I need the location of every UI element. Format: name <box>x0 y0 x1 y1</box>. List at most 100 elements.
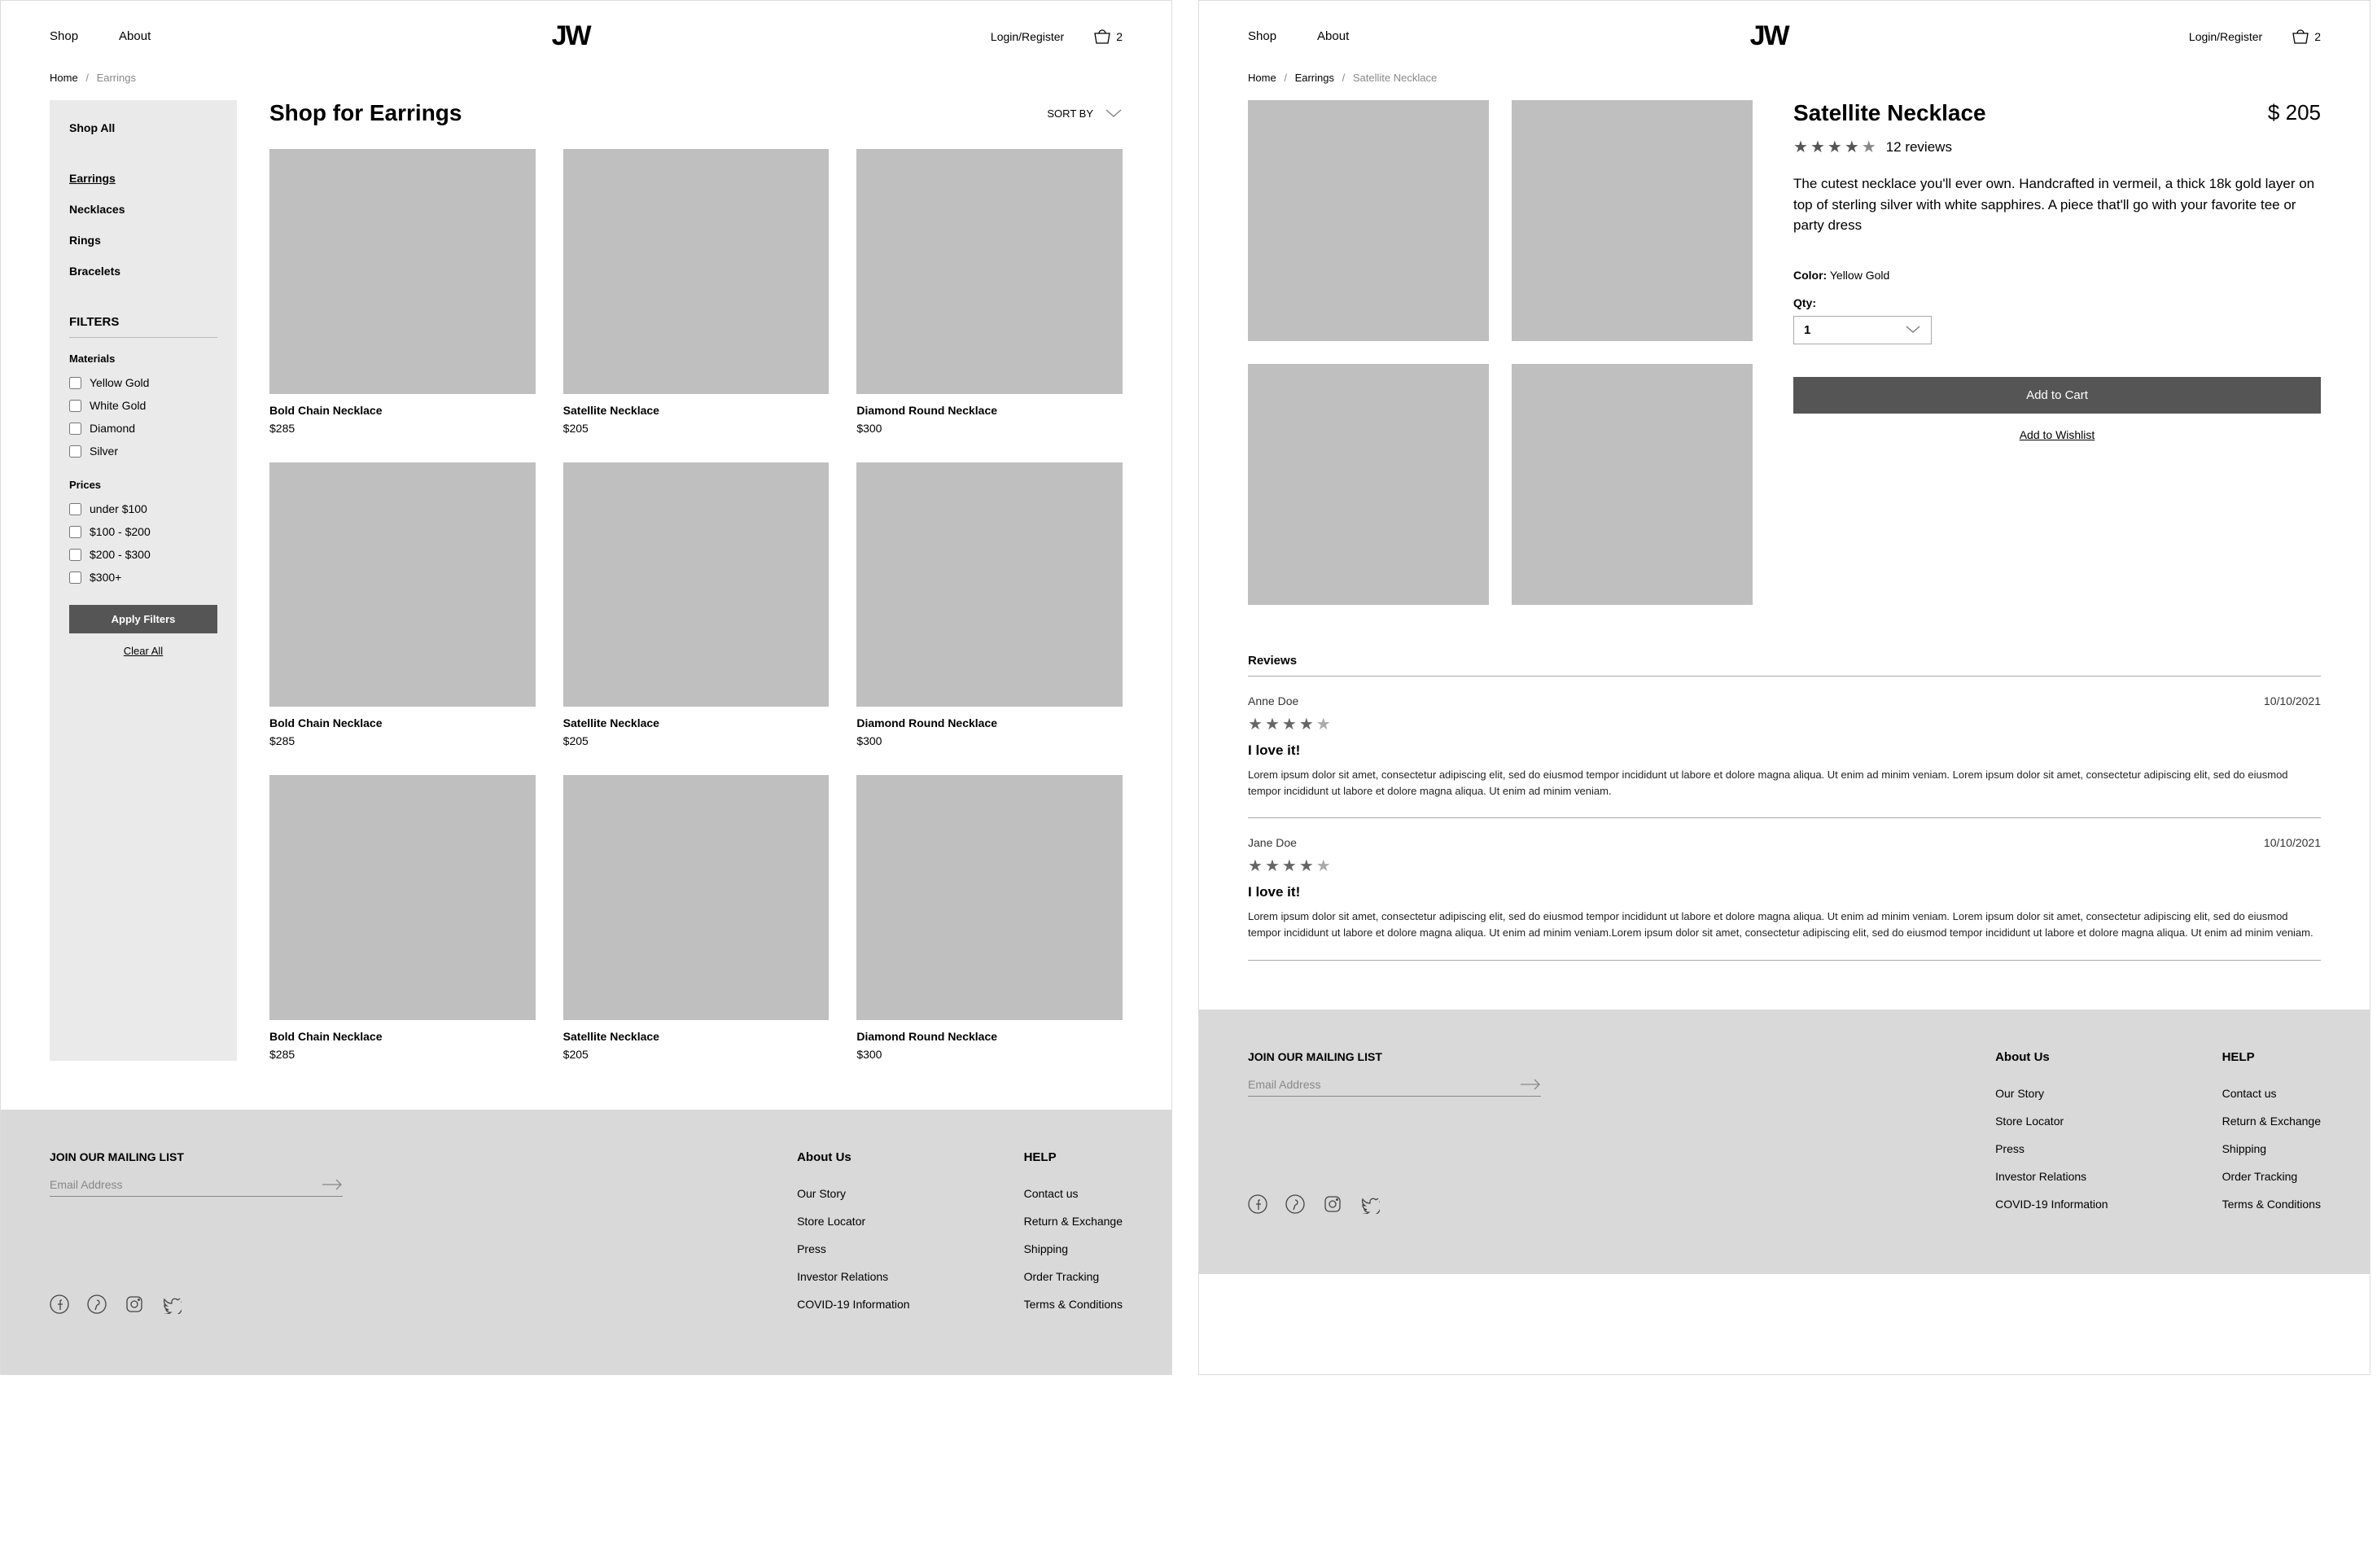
footer-link[interactable]: Our Story <box>797 1187 910 1200</box>
filter-opt-200-300[interactable]: $200 - $300 <box>69 548 217 561</box>
sidebar-shop-all[interactable]: Shop All <box>69 121 217 134</box>
facebook-icon[interactable] <box>1248 1194 1267 1214</box>
checkbox[interactable] <box>69 526 81 538</box>
product-card[interactable]: Bold Chain Necklace$285 <box>269 462 536 748</box>
filter-opt-under-100[interactable]: under $100 <box>69 502 217 515</box>
clear-all-link[interactable]: Clear All <box>69 645 217 657</box>
twitter-icon[interactable] <box>162 1294 182 1314</box>
header: Shop About JW Login/Register 2 <box>1199 1 2370 65</box>
product-card[interactable]: Diamond Round Necklace$300 <box>856 775 1123 1061</box>
login-register-link[interactable]: Login/Register <box>991 30 1064 43</box>
instagram-icon[interactable] <box>125 1294 144 1314</box>
pinterest-icon[interactable] <box>1285 1194 1305 1214</box>
logo[interactable]: JW <box>1750 20 1788 52</box>
checkbox[interactable] <box>69 445 81 458</box>
footer-link[interactable]: Store Locator <box>1995 1115 2108 1128</box>
star-icon: ★ <box>1793 139 1808 155</box>
nav-shop[interactable]: Shop <box>50 29 78 43</box>
product-card[interactable]: Bold Chain Necklace$285 <box>269 149 536 435</box>
filter-opt-300-plus[interactable]: $300+ <box>69 571 217 584</box>
checkbox[interactable] <box>69 423 81 435</box>
filter-prices-label: Prices <box>69 479 217 491</box>
submit-arrow-icon[interactable] <box>1520 1079 1541 1090</box>
login-register-link[interactable]: Login/Register <box>2189 30 2262 43</box>
product-card[interactable]: Satellite Necklace$205 <box>563 462 830 748</box>
footer-link[interactable]: Our Story <box>1995 1087 2108 1100</box>
footer-link[interactable]: Terms & Conditions <box>2222 1198 2321 1211</box>
footer: JOIN OUR MAILING LIST About Us Our Story… <box>1 1110 1171 1374</box>
filter-opt-silver[interactable]: Silver <box>69 445 217 458</box>
nav-shop[interactable]: Shop <box>1248 29 1276 43</box>
checkbox[interactable] <box>69 377 81 389</box>
nav-about[interactable]: About <box>119 29 151 43</box>
footer-link[interactable]: Investor Relations <box>797 1270 910 1283</box>
product-thumbnail <box>269 462 536 707</box>
add-to-wishlist-link[interactable]: Add to Wishlist <box>1793 428 2321 441</box>
sidebar-cat-rings[interactable]: Rings <box>69 234 217 247</box>
product-image[interactable] <box>1248 364 1489 605</box>
sidebar-cat-necklaces[interactable]: Necklaces <box>69 203 217 216</box>
product-card[interactable]: Satellite Necklace$205 <box>563 149 830 435</box>
footer-link[interactable]: Press <box>797 1242 910 1255</box>
add-to-cart-button[interactable]: Add to Cart <box>1793 377 2321 414</box>
footer-link[interactable]: Store Locator <box>797 1215 910 1228</box>
footer-link[interactable]: Terms & Conditions <box>1024 1298 1123 1311</box>
product-card[interactable]: Satellite Necklace$205 <box>563 775 830 1061</box>
checkbox[interactable] <box>69 400 81 412</box>
star-icon: ★ <box>1845 139 1859 155</box>
qty-select[interactable]: 1 <box>1793 316 1932 344</box>
logo[interactable]: JW <box>552 20 590 52</box>
twitter-icon[interactable] <box>1360 1194 1380 1214</box>
checkbox[interactable] <box>69 549 81 561</box>
footer-link[interactable]: Contact us <box>1024 1187 1123 1200</box>
review-item: Anne Doe10/10/2021★★★★★I love it!Lorem i… <box>1248 677 2321 817</box>
review-title: I love it! <box>1248 742 2321 759</box>
footer-link[interactable]: Order Tracking <box>2222 1170 2321 1183</box>
filter-opt-diamond[interactable]: Diamond <box>69 422 217 435</box>
review-stars: ★★★★★ <box>1248 856 2321 876</box>
submit-arrow-icon[interactable] <box>322 1179 343 1190</box>
apply-filters-button[interactable]: Apply Filters <box>69 605 217 633</box>
review-author: Jane Doe <box>1248 836 1297 849</box>
filter-opt-white-gold[interactable]: White Gold <box>69 399 217 412</box>
footer-link[interactable]: COVID-19 Information <box>1995 1198 2108 1211</box>
checkbox[interactable] <box>69 503 81 515</box>
breadcrumb-category[interactable]: Earrings <box>1295 72 1334 84</box>
product-image[interactable] <box>1248 100 1489 341</box>
footer-link[interactable]: Shipping <box>1024 1242 1123 1255</box>
email-input[interactable] <box>1248 1078 1520 1091</box>
footer-link[interactable]: Press <box>1995 1142 2108 1155</box>
breadcrumb-home[interactable]: Home <box>1248 72 1276 84</box>
footer-link[interactable]: Return & Exchange <box>1024 1215 1123 1228</box>
checkbox[interactable] <box>69 572 81 584</box>
email-input[interactable] <box>50 1178 322 1191</box>
product-image[interactable] <box>1512 100 1753 341</box>
sort-by-dropdown[interactable]: SORT BY <box>1047 107 1123 120</box>
filter-opt-100-200[interactable]: $100 - $200 <box>69 525 217 538</box>
footer-link[interactable]: Investor Relations <box>1995 1170 2108 1183</box>
reviews-count[interactable]: 12 reviews <box>1886 139 1952 155</box>
footer-link[interactable]: Contact us <box>2222 1087 2321 1100</box>
product-name: Diamond Round Necklace <box>856 1030 1123 1043</box>
product-image[interactable] <box>1512 364 1753 605</box>
sidebar-cat-bracelets[interactable]: Bracelets <box>69 265 217 278</box>
product-card[interactable]: Diamond Round Necklace$300 <box>856 149 1123 435</box>
cart-button[interactable]: 2 <box>1093 29 1123 44</box>
facebook-icon[interactable] <box>50 1294 69 1314</box>
product-card[interactable]: Diamond Round Necklace$300 <box>856 462 1123 748</box>
footer-link[interactable]: Order Tracking <box>1024 1270 1123 1283</box>
product-thumbnail <box>856 149 1123 394</box>
breadcrumb-home[interactable]: Home <box>50 72 78 84</box>
nav-about[interactable]: About <box>1317 29 1349 43</box>
product-card[interactable]: Bold Chain Necklace$285 <box>269 775 536 1061</box>
footer-link[interactable]: Return & Exchange <box>2222 1115 2321 1128</box>
qty-value: 1 <box>1804 323 1810 337</box>
instagram-icon[interactable] <box>1323 1194 1342 1214</box>
sidebar-cat-earrings[interactable]: Earrings <box>69 172 217 185</box>
pinterest-icon[interactable] <box>87 1294 107 1314</box>
cart-button[interactable]: 2 <box>2292 29 2321 44</box>
star-icon: ★ <box>1316 714 1331 734</box>
filter-opt-yellow-gold[interactable]: Yellow Gold <box>69 376 217 389</box>
footer-link[interactable]: COVID-19 Information <box>797 1298 910 1311</box>
footer-link[interactable]: Shipping <box>2222 1142 2321 1155</box>
